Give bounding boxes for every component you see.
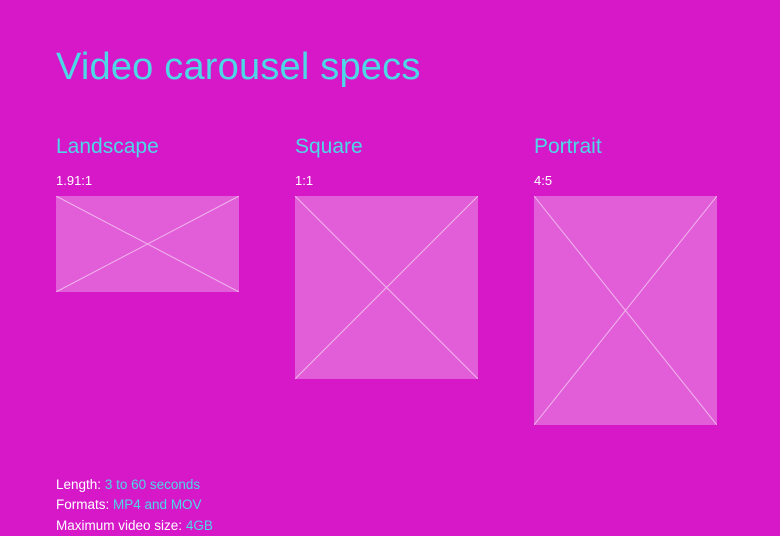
spec-length-label: Length:: [56, 477, 101, 492]
ratio-portrait: 4:5: [534, 173, 717, 188]
column-title-portrait: Portrait: [534, 135, 717, 159]
column-square: Square 1:1: [295, 135, 478, 425]
spec-columns: Landscape 1.91:1 Square 1:1 Portrait 4:5: [56, 135, 724, 425]
spec-length-value: 3 to 60 seconds: [105, 477, 200, 492]
placeholder-landscape: [56, 196, 239, 292]
column-portrait: Portrait 4:5: [534, 135, 717, 425]
page-title: Video carousel specs: [56, 46, 724, 89]
spec-formats-value: MP4 and MOV: [113, 497, 202, 512]
placeholder-square: [295, 196, 478, 379]
placeholder-portrait: [534, 196, 717, 425]
column-landscape: Landscape 1.91:1: [56, 135, 239, 425]
column-title-landscape: Landscape: [56, 135, 239, 159]
spec-formats: Formats: MP4 and MOV: [56, 495, 724, 515]
cross-icon: [534, 196, 717, 425]
spec-length: Length: 3 to 60 seconds: [56, 475, 724, 495]
cross-icon: [56, 196, 239, 292]
spec-maxsize: Maximum video size: 4GB: [56, 516, 724, 536]
cross-icon: [295, 196, 478, 379]
column-title-square: Square: [295, 135, 478, 159]
ratio-square: 1:1: [295, 173, 478, 188]
spec-details: Length: 3 to 60 seconds Formats: MP4 and…: [56, 475, 724, 536]
ratio-landscape: 1.91:1: [56, 173, 239, 188]
spec-formats-label: Formats:: [56, 497, 109, 512]
